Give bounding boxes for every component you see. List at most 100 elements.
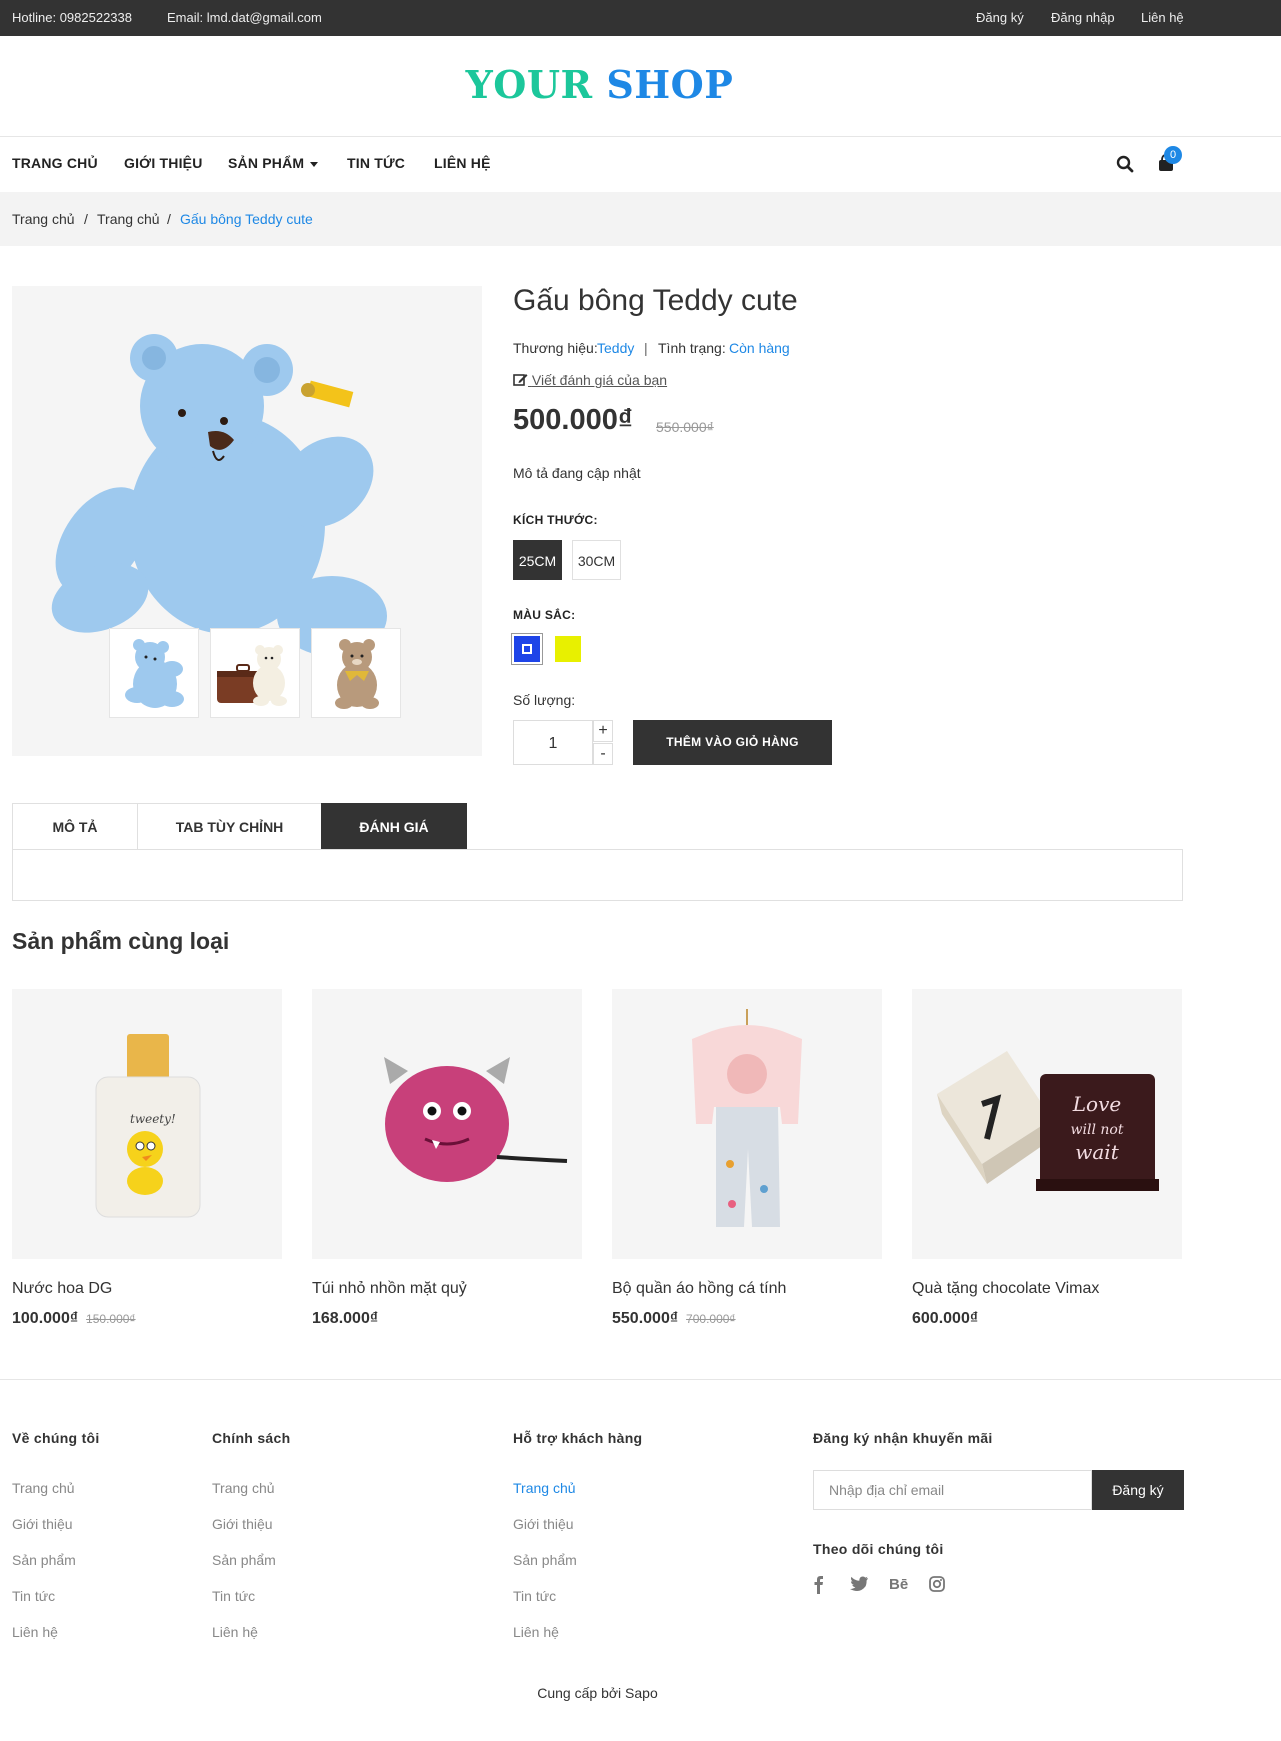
login-link[interactable]: Đăng nhập <box>1051 10 1115 25</box>
breadcrumb-item[interactable]: Trang chủ <box>97 211 160 227</box>
product-card-image[interactable] <box>312 989 582 1259</box>
edit-icon <box>513 374 528 386</box>
footer-link[interactable]: Tin tức <box>513 1588 556 1604</box>
breadcrumb-separator: / <box>84 211 88 227</box>
nav-products-label: SẢN PHẨM <box>228 155 305 171</box>
color-swatch-yellow[interactable] <box>555 636 581 662</box>
quantity-plus-button[interactable]: + <box>593 720 613 742</box>
newsletter-email-input[interactable]: Nhập địa chỉ email <box>813 1470 1092 1510</box>
tab-panel <box>12 849 1183 901</box>
product-card-name[interactable]: Quà tặng chocolate Vimax <box>912 1280 1099 1298</box>
add-to-cart-button[interactable]: THÊM VÀO GIỎ HÀNG <box>633 720 832 765</box>
facebook-icon[interactable] <box>812 1576 826 1599</box>
nav-home[interactable]: TRANG CHỦ <box>12 155 98 171</box>
product-thumbnail[interactable] <box>311 628 401 718</box>
footer-link[interactable]: Giới thiệu <box>12 1516 73 1532</box>
top-bar: Hotline: 0982522338 Email: lmd.dat@gmail… <box>0 0 1281 36</box>
quantity-label: Số lượng: <box>513 692 576 708</box>
newsletter-subscribe-button[interactable]: Đăng ký <box>1092 1470 1184 1510</box>
nav-about[interactable]: GIỚI THIỆU <box>124 155 203 171</box>
chevron-down-icon <box>310 161 319 167</box>
related-products-title: Sản phẩm cùng loại <box>12 928 230 954</box>
product-old-price: 550.000₫ <box>656 419 714 435</box>
footer-link[interactable]: Trang chủ <box>513 1480 576 1496</box>
footer-link[interactable]: Tin tức <box>12 1588 55 1604</box>
follow-us-title: Theo dõi chúng tôi <box>813 1541 944 1557</box>
product-card-current-price: 100.000₫ <box>12 1310 79 1327</box>
newsletter-title: Đăng ký nhận khuyến mãi <box>813 1430 993 1446</box>
color-swatch-blue[interactable] <box>511 633 543 665</box>
product-card-current-price: 168.000₫ <box>312 1310 379 1327</box>
footer-link[interactable]: Trang chủ <box>212 1480 275 1496</box>
product-thumbnail[interactable] <box>210 628 300 718</box>
instagram-icon[interactable] <box>929 1576 945 1597</box>
footer-divider <box>0 1379 1281 1380</box>
hotline-text: Hotline: 0982522338 <box>12 10 132 25</box>
product-card-price: 168.000₫ <box>312 1310 378 1328</box>
meta-separator: | <box>644 340 648 356</box>
footer-link[interactable]: Liên hệ <box>12 1624 58 1640</box>
product-card-name[interactable]: Túi nhỏ nhồn mặt quỷ <box>312 1280 467 1298</box>
svg-text:wait: wait <box>1075 1140 1119 1164</box>
footer-support-title: Hỗ trợ khách hàng <box>513 1430 643 1446</box>
product-description: Mô tả đang cập nhật <box>513 465 641 481</box>
brand-label: Thương hiệu: <box>513 340 598 356</box>
size-label: KÍCH THƯỚC: <box>513 513 598 527</box>
nav-products[interactable]: SẢN PHẨM <box>228 155 319 171</box>
footer-link[interactable]: Trang chủ <box>12 1480 75 1496</box>
write-review-label: Viết đánh giá của bạn <box>531 372 668 388</box>
color-label: MÀU SẮC: <box>513 608 576 622</box>
footer-link[interactable]: Tin tức <box>212 1588 255 1604</box>
contact-link[interactable]: Liên hệ <box>1141 10 1184 25</box>
quantity-minus-button[interactable]: - <box>593 743 613 765</box>
footer-link[interactable]: Sản phẩm <box>212 1552 276 1568</box>
svg-text:Love: Love <box>1072 1092 1121 1116</box>
product-thumbnail[interactable] <box>109 628 199 718</box>
size-option-25cm[interactable]: 25CM <box>513 540 562 580</box>
product-card-name[interactable]: Bộ quần áo hồng cá tính <box>612 1280 786 1298</box>
product-price: 500.000₫ <box>513 404 633 436</box>
footer-link[interactable]: Giới thiệu <box>212 1516 273 1532</box>
footer-link[interactable]: Sản phẩm <box>12 1552 76 1568</box>
cart-count-badge: 0 <box>1164 146 1182 164</box>
quantity-input[interactable]: 1 <box>513 720 593 765</box>
breadcrumb-item[interactable]: Trang chủ <box>12 211 75 227</box>
nav-contact[interactable]: LIÊN HỆ <box>434 155 491 171</box>
product-card-name[interactable]: Nước hoa DG <box>12 1280 112 1298</box>
product-card-old-price: 700.000₫ <box>686 1312 736 1326</box>
product-card-image[interactable]: tweety! <box>12 989 282 1259</box>
site-logo[interactable]: YOUR SHOP <box>0 62 1199 107</box>
tab-reviews[interactable]: ĐÁNH GIÁ <box>321 803 467 850</box>
product-card-price: 600.000₫ <box>912 1310 978 1328</box>
svg-text:tweety!: tweety! <box>130 1112 176 1126</box>
register-link[interactable]: Đăng ký <box>976 10 1024 25</box>
footer-link[interactable]: Giới thiệu <box>513 1516 574 1532</box>
status-label: Tình trạng: <box>658 340 726 356</box>
header-divider <box>0 136 1281 137</box>
stock-status: Còn hàng <box>729 340 790 356</box>
nav-news[interactable]: TIN TỨC <box>347 155 405 171</box>
footer-link[interactable]: Liên hệ <box>513 1624 559 1640</box>
product-card-old-price: 150.000₫ <box>86 1312 136 1326</box>
product-card-image[interactable] <box>612 989 882 1259</box>
brand-link[interactable]: Teddy <box>597 340 634 356</box>
tab-description[interactable]: MÔ TẢ <box>12 803 138 850</box>
search-icon[interactable] <box>1116 155 1134 173</box>
footer-about-title: Về chúng tôi <box>12 1430 100 1446</box>
product-card-image[interactable]: Love will not wait <box>912 989 1182 1259</box>
product-card-current-price: 550.000₫ <box>612 1310 679 1327</box>
product-card-current-price: 600.000₫ <box>912 1310 979 1327</box>
write-review-link[interactable]: Viết đánh giá của bạn <box>513 372 667 388</box>
svg-text:will not: will not <box>1071 1122 1124 1138</box>
tab-custom[interactable]: TAB TÙY CHỈNH <box>137 803 322 850</box>
email-text: Email: lmd.dat@gmail.com <box>167 10 322 25</box>
footer-link[interactable]: Liên hệ <box>212 1624 258 1640</box>
product-card-price: 550.000₫ 700.000₫ <box>612 1310 736 1328</box>
twitter-icon[interactable] <box>850 1576 868 1597</box>
size-option-30cm[interactable]: 30CM <box>572 540 621 580</box>
logo-word-2: SHOP <box>606 62 734 107</box>
product-card-price: 100.000₫ 150.000₫ <box>12 1310 136 1328</box>
selected-indicator <box>522 644 532 654</box>
behance-icon[interactable]: Bē <box>889 1576 908 1593</box>
footer-link[interactable]: Sản phẩm <box>513 1552 577 1568</box>
